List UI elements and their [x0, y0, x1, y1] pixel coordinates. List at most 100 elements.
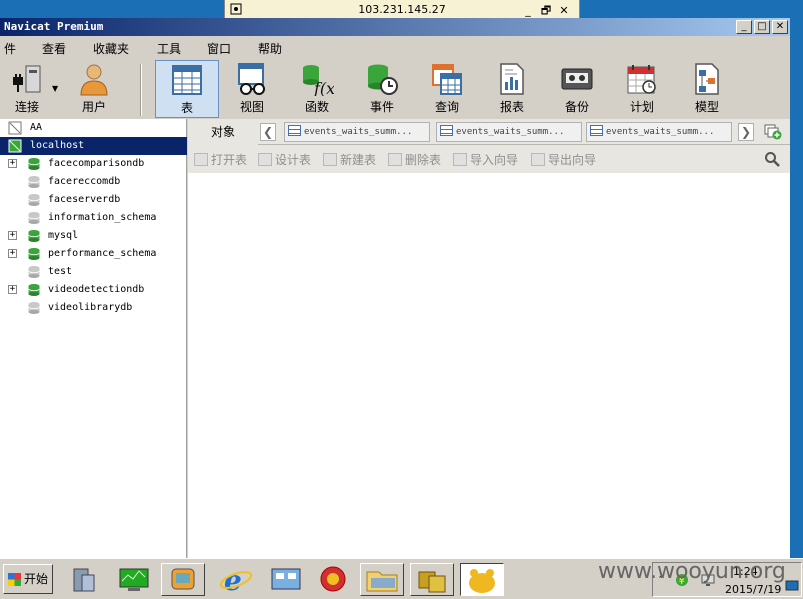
- taskbar-app-control-panel[interactable]: [264, 563, 308, 596]
- export-wizard-button[interactable]: 导出向导: [531, 151, 596, 168]
- maximize-button[interactable]: □: [754, 20, 770, 34]
- navicat-window: Navicat Premium _ □ ✕ 件 查看 收藏夹 工具 窗口 帮助 …: [0, 18, 790, 558]
- menu-bar: 件 查看 收藏夹 工具 窗口 帮助: [0, 38, 790, 58]
- show-desktop-icon[interactable]: [785, 579, 799, 593]
- import-wizard-button[interactable]: 导入向导: [453, 151, 518, 168]
- tree-database-item[interactable]: test: [0, 263, 187, 281]
- taskbar-app-ie[interactable]: e: [214, 563, 258, 597]
- tab-scroll-left-button[interactable]: ❮: [260, 123, 276, 141]
- tab-objects[interactable]: 对象: [188, 119, 258, 145]
- database-icon: [28, 230, 40, 242]
- tree-database-item[interactable]: + mysql: [0, 227, 187, 245]
- remote-desktop-bar: 103.231.145.27 _ 🗗 ✕: [224, 0, 580, 20]
- database-icon: [28, 212, 40, 224]
- connection-button[interactable]: 连接: [0, 60, 54, 118]
- minimize-button[interactable]: _: [736, 20, 752, 34]
- tab-document-label: events_waits_summ...: [456, 127, 565, 137]
- windows-flag-icon: [8, 573, 21, 586]
- function-button[interactable]: f(x) 函数: [285, 60, 349, 118]
- svg-text:f(x): f(x): [313, 79, 334, 96]
- backup-button[interactable]: 备份: [545, 60, 609, 118]
- connection-dropdown-icon[interactable]: ▼: [52, 84, 58, 93]
- tree-database-item[interactable]: + videodetectiondb: [0, 281, 187, 299]
- tab-document[interactable]: events_waits_summ...: [436, 122, 582, 142]
- menu-file[interactable]: 件: [4, 38, 16, 59]
- taskbar: 开始 e ⌃ ¥ 1:24 2015/7/19 www.wooyun.org: [0, 558, 803, 599]
- event-clock-icon: [368, 64, 398, 95]
- taskbar-app-files[interactable]: [410, 563, 454, 596]
- schedule-button[interactable]: 计划: [610, 60, 674, 118]
- tree-database-item[interactable]: information_schema: [0, 209, 187, 227]
- menu-window[interactable]: 窗口: [207, 38, 231, 59]
- server-manager-icon: [73, 568, 95, 592]
- tab-document[interactable]: events_waits_summ...: [284, 122, 430, 142]
- menu-view[interactable]: 查看: [42, 38, 66, 59]
- schedule-label: 计划: [629, 100, 654, 114]
- model-button[interactable]: 模型: [675, 60, 739, 118]
- taskbar-app-remote[interactable]: [161, 563, 205, 596]
- tab-document-label: events_waits_summ...: [304, 127, 413, 137]
- tree-connection-localhost[interactable]: localhost: [0, 137, 187, 155]
- files-icon: [418, 571, 446, 593]
- event-button[interactable]: 事件: [350, 60, 414, 118]
- taskbar-app-explorer[interactable]: [360, 563, 404, 596]
- expand-toggle-icon[interactable]: +: [8, 249, 17, 258]
- query-button[interactable]: 查询: [415, 60, 479, 118]
- view-glasses-icon: [238, 63, 265, 95]
- taskbar-app-security[interactable]: [311, 563, 355, 596]
- internet-explorer-icon: e: [219, 564, 253, 597]
- taskbar-app-monitor[interactable]: [112, 563, 156, 596]
- taskbar-app-server-manager[interactable]: [62, 563, 106, 596]
- user-label: 用户: [81, 100, 106, 114]
- taskbar-app-navicat[interactable]: [460, 563, 504, 596]
- menu-favorites[interactable]: 收藏夹: [93, 38, 129, 59]
- table-button[interactable]: 表: [155, 60, 219, 118]
- database-icon: [28, 158, 40, 170]
- expand-toggle-icon[interactable]: +: [8, 285, 17, 294]
- menu-tools[interactable]: 工具: [157, 38, 181, 59]
- start-button[interactable]: 开始: [3, 564, 53, 594]
- connection-icon: [8, 139, 22, 153]
- tree-database-item[interactable]: + facecomparisondb: [0, 155, 187, 173]
- report-icon: [500, 63, 524, 95]
- close-button[interactable]: ✕: [772, 20, 788, 34]
- open-table-button[interactable]: 打开表: [194, 151, 247, 168]
- new-table-button[interactable]: 新建表: [323, 151, 376, 168]
- function-label: 函数: [304, 100, 329, 114]
- object-action-bar: 打开表 设计表 新建表 删除表 导入向导 导出向导: [188, 145, 790, 173]
- window-title: Navicat Premium: [4, 20, 104, 33]
- tree-connection-aa[interactable]: AA: [0, 119, 187, 137]
- tree-database-item[interactable]: facereccomdb: [0, 173, 187, 191]
- design-table-button[interactable]: 设计表: [258, 151, 311, 168]
- tree-database-item[interactable]: faceserverdb: [0, 191, 187, 209]
- menu-help[interactable]: 帮助: [258, 38, 282, 59]
- tab-scroll-right-button[interactable]: ❯: [738, 123, 754, 141]
- search-icon[interactable]: [764, 151, 780, 167]
- tree-database-label: facecomparisondb: [48, 158, 145, 169]
- query-label: 查询: [434, 100, 459, 114]
- view-button[interactable]: 视图: [220, 60, 284, 118]
- calendar-icon: [627, 65, 656, 94]
- rdp-close-button[interactable]: ✕: [555, 4, 573, 17]
- rdp-minimize-button[interactable]: _: [519, 4, 537, 17]
- connection-tree: AA localhost + facecomparisondb facereccom…: [0, 119, 187, 558]
- new-tab-icon[interactable]: [764, 124, 782, 140]
- report-button[interactable]: 报表: [480, 60, 544, 118]
- tree-connection-label: AA: [30, 122, 43, 133]
- user-button[interactable]: 用户: [62, 60, 126, 118]
- event-label: 事件: [369, 100, 394, 114]
- tree-database-item[interactable]: + performance_schema: [0, 245, 187, 263]
- tree-database-item[interactable]: videolibrarydb: [0, 299, 187, 317]
- expand-toggle-icon[interactable]: +: [8, 159, 17, 168]
- window-titlebar[interactable]: Navicat Premium _ □ ✕: [0, 18, 790, 36]
- folder-icon: [366, 571, 398, 592]
- expand-toggle-icon[interactable]: +: [8, 231, 17, 240]
- object-list-area[interactable]: [188, 173, 790, 558]
- open-table-label: 打开表: [211, 153, 248, 167]
- delete-table-button[interactable]: 删除表: [388, 151, 441, 168]
- tree-database-label: facereccomdb: [48, 176, 121, 187]
- tab-document[interactable]: events_waits_summ...: [586, 122, 732, 142]
- tree-database-label: mysql: [48, 230, 79, 241]
- query-icon: [432, 64, 462, 95]
- clock-date[interactable]: 2015/7/19: [725, 583, 781, 596]
